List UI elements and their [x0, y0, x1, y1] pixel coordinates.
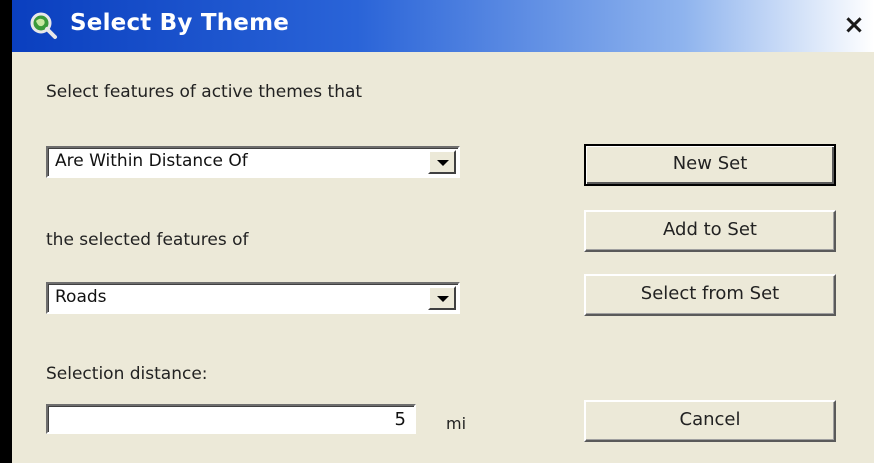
add-to-set-button[interactable]: Add to Set — [584, 210, 836, 252]
relation-dropdown-value: Are Within Distance Of — [55, 151, 248, 171]
intro-label: Select features of active themes that — [46, 82, 363, 102]
distance-input[interactable]: 5 — [46, 404, 416, 434]
distance-input-value: 5 — [394, 409, 406, 430]
close-button[interactable]: × — [840, 10, 868, 40]
select-by-theme-dialog: Select By Theme × Select features of act… — [12, 0, 874, 463]
relation-dropdown[interactable]: Are Within Distance Of — [46, 146, 460, 178]
chevron-down-icon[interactable] — [428, 286, 456, 310]
distance-unit-label: mi — [446, 414, 467, 433]
distance-label: Selection distance: — [46, 364, 208, 384]
new-set-button[interactable]: New Set — [584, 144, 836, 186]
theme-dropdown[interactable]: Roads — [46, 282, 460, 314]
window-title: Select By Theme — [70, 10, 290, 36]
theme-dropdown-value: Roads — [55, 287, 107, 307]
magnifier-globe-icon — [30, 12, 57, 39]
cancel-button[interactable]: Cancel — [584, 400, 836, 442]
chevron-down-icon[interactable] — [428, 150, 456, 174]
select-from-set-button[interactable]: Select from Set — [584, 274, 836, 316]
target-label: the selected features of — [46, 230, 249, 250]
title-bar[interactable]: Select By Theme × — [12, 0, 874, 52]
